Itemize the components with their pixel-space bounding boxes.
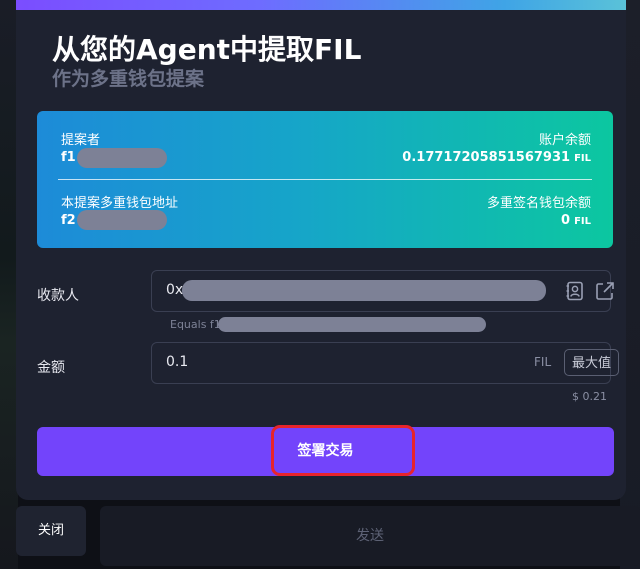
multisig-address-redacted <box>77 210 167 230</box>
modal-title: 从您的Agent中提取FIL <box>52 33 362 66</box>
recipient-input-prefix: 0x <box>166 282 184 298</box>
send-button[interactable]: 发送 <box>100 506 640 566</box>
amount-usd-value: $ 0.21 <box>572 390 607 403</box>
multisig-balance-amount: 0 <box>561 213 571 228</box>
external-link-icon[interactable] <box>594 280 616 302</box>
multisig-balance-value: 0 FIL <box>561 213 591 228</box>
card-divider <box>58 179 592 180</box>
recipient-equals-text: Equals f1 <box>170 318 221 331</box>
multisig-address-label: 本提案多重钱包地址 <box>61 196 179 211</box>
proposer-address-redacted <box>77 148 167 168</box>
highlight-annotation <box>271 425 415 476</box>
amount-input-value: 0.1 <box>166 354 189 370</box>
recipient-address-redacted <box>182 280 546 301</box>
balance-value: 0.17717205851567931 FIL <box>402 150 591 165</box>
balance-amount: 0.17717205851567931 <box>402 150 571 165</box>
amount-label: 金额 <box>37 360 65 376</box>
info-card: 提案者 f1 账户余额 0.17717205851567931 FIL 本提案多重… <box>37 111 613 248</box>
multisig-balance-unit: FIL <box>574 216 591 227</box>
max-button[interactable]: 最大值 <box>564 349 619 376</box>
modal-subtitle: 作为多重钱包提案 <box>52 68 205 90</box>
recipient-label: 收款人 <box>37 288 79 304</box>
balance-label: 账户余额 <box>538 133 591 148</box>
modal-accent-bar <box>16 0 626 10</box>
recipient-equals-redacted <box>218 317 486 332</box>
contact-book-icon[interactable] <box>564 280 586 302</box>
multisig-balance-label: 多重签名钱包余额 <box>486 196 591 211</box>
multisig-address-prefix: f2 <box>61 213 76 228</box>
close-button[interactable]: 关闭 <box>16 506 86 556</box>
amount-unit: FIL <box>534 355 552 369</box>
balance-unit: FIL <box>574 153 591 164</box>
proposer-label: 提案者 <box>61 133 101 148</box>
proposer-address-prefix: f1 <box>61 150 76 165</box>
withdraw-modal: 从您的Agent中提取FIL 作为多重钱包提案 提案者 f1 账户余额 0.17… <box>16 0 626 500</box>
